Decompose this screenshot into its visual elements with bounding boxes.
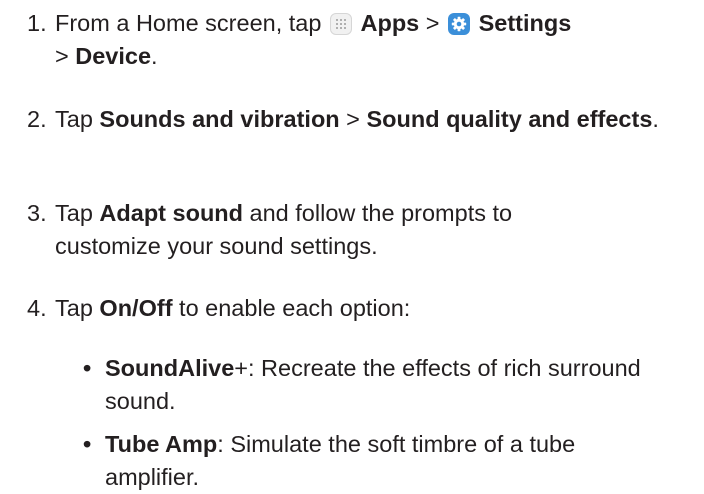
step-number: 2.	[27, 106, 47, 132]
apps-grid-icon	[329, 13, 352, 35]
separator: >	[339, 106, 367, 132]
bullet-dot: •	[83, 355, 92, 381]
bullet-dot: •	[83, 431, 92, 457]
tube-amp-label: Tube Amp	[105, 431, 218, 457]
step-text: Tap	[55, 106, 100, 132]
separator: >	[55, 43, 76, 69]
step-number: 4.	[27, 295, 47, 321]
step-text-rest: to enable each option:	[172, 295, 411, 321]
sounds-and-vibration-label: Sounds and vibration	[99, 106, 340, 132]
step-3: 3. Tap Adapt sound and follow the prompt…	[27, 197, 697, 263]
step-text: Tap	[55, 200, 100, 226]
step-1: 1. From a Home screen, tap Apps > Settin…	[27, 7, 697, 73]
instructions-document: 1. From a Home screen, tap Apps > Settin…	[0, 0, 704, 493]
sound-quality-and-effects-label: Sound quality and effects	[366, 106, 653, 132]
step-number: 1.	[27, 10, 47, 36]
step-text: From a Home screen, tap	[55, 10, 328, 36]
on-off-label: On/Off	[99, 295, 173, 321]
apps-label: Apps	[360, 10, 420, 36]
adapt-sound-label: Adapt sound	[99, 200, 244, 226]
soundalive-label: SoundAlive	[105, 355, 235, 381]
step-number: 3.	[27, 200, 47, 226]
bullet-tube-amp: • Tube Amp: Simulate the soft timbre of …	[83, 428, 683, 494]
period: .	[151, 43, 158, 69]
step-text: Tap	[55, 295, 100, 321]
step-2: 2. Tap Sounds and vibration > Sound qual…	[27, 103, 697, 136]
soundalive-plus: +	[234, 355, 248, 381]
period: .	[652, 106, 659, 132]
device-label: Device	[75, 43, 152, 69]
step-4: 4. Tap On/Off to enable each option:	[27, 292, 697, 325]
settings-label: Settings	[478, 10, 572, 36]
bullet-soundalive: • SoundAlive+: Recreate the effects of r…	[83, 352, 683, 418]
separator: >	[419, 10, 447, 36]
settings-gear-icon	[448, 13, 471, 35]
